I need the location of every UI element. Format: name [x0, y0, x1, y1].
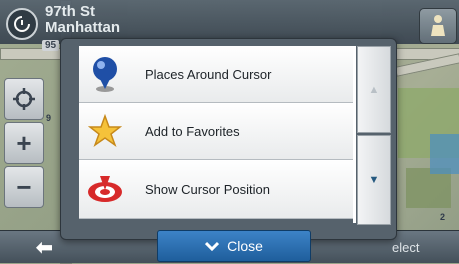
plus-icon: +	[16, 127, 32, 158]
menu-item-places-around-cursor[interactable]: Places Around Cursor	[79, 46, 355, 103]
scroll-indicator	[353, 46, 356, 223]
triangle-down-icon: ▼	[368, 174, 380, 186]
zoom-out-button[interactable]: −	[4, 166, 44, 208]
menu-item-label: Add to Favorites	[145, 123, 240, 139]
street-name-line2: Manhattan	[45, 19, 120, 36]
star-icon	[79, 105, 131, 157]
scroll-down-button[interactable]: ▼	[357, 135, 391, 225]
cursor-menu-popup: Places Around Cursor Add to Favorites Sh…	[60, 38, 397, 262]
menu-item-show-cursor-position[interactable]: Show Cursor Position	[79, 160, 355, 219]
person-button[interactable]	[419, 8, 457, 44]
person-icon	[431, 15, 445, 36]
route-badge: 95	[42, 40, 60, 51]
map-label: 9	[46, 113, 52, 123]
minus-icon: −	[16, 171, 32, 202]
locate-button[interactable]	[4, 78, 44, 120]
select-button-label[interactable]: elect	[392, 240, 419, 255]
menu-item-label: Places Around Cursor	[145, 66, 272, 82]
menu-item-add-to-favorites[interactable]: Add to Favorites	[79, 103, 355, 160]
triangle-up-icon: ▲	[368, 83, 380, 96]
zoom-in-button[interactable]: +	[4, 122, 44, 164]
street-name: 97th St Manhattan	[45, 4, 120, 36]
back-arrow-icon[interactable]: ⬅	[36, 235, 53, 260]
compass-icon[interactable]	[6, 8, 38, 40]
chevron-down-icon	[205, 238, 220, 254]
target-icon	[79, 163, 131, 215]
street-name-line1: 97th St	[45, 3, 96, 20]
map-park-area	[406, 168, 451, 208]
map-label: 2	[440, 212, 446, 222]
close-button-label: Close	[227, 238, 263, 254]
map-pin-icon	[79, 48, 131, 100]
scroll-up-button[interactable]: ▲	[357, 46, 391, 133]
close-button[interactable]: Close	[157, 230, 311, 262]
crosshair-icon	[13, 88, 35, 110]
menu-item-label: Show Cursor Position	[145, 181, 270, 197]
map-water-area	[430, 134, 459, 174]
